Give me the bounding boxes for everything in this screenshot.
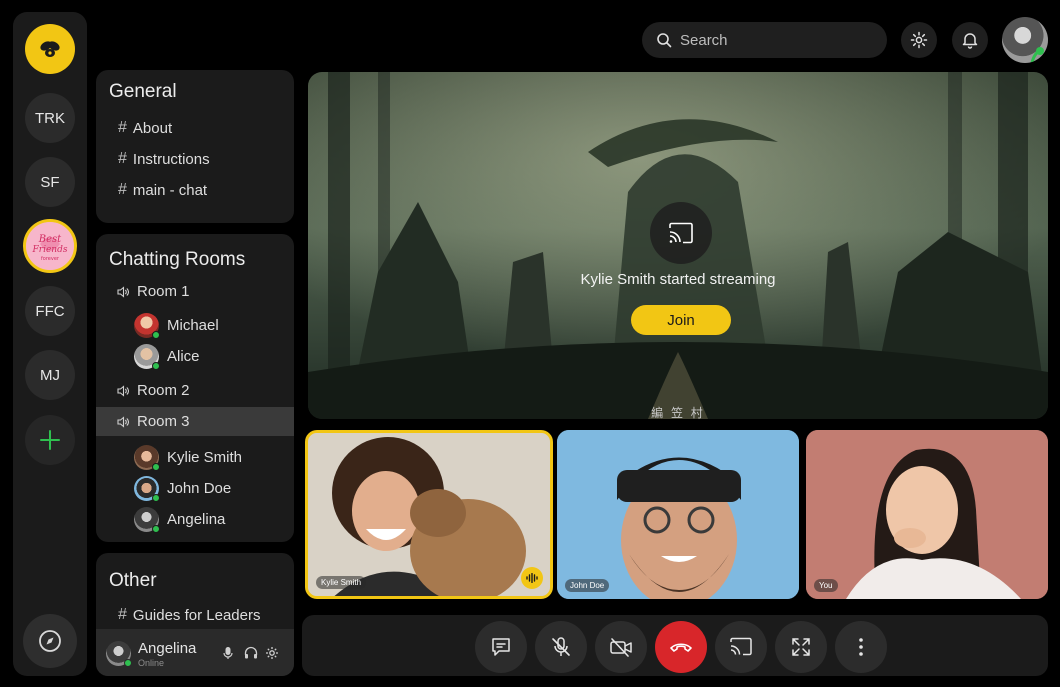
compass-icon — [39, 630, 61, 652]
section-title-general: General — [109, 81, 177, 102]
stream-preview[interactable]: Kylie Smith started streaming Join 編 笠 村 — [308, 72, 1048, 419]
notifications-button[interactable] — [952, 22, 988, 58]
video-tile-kylie-smith[interactable]: Kylie Smith — [305, 430, 553, 599]
member-john-doe[interactable]: John Doe — [134, 476, 231, 502]
bell-icon — [962, 33, 978, 49]
chat-icon — [492, 638, 510, 656]
hang-up-icon — [670, 643, 692, 652]
plus-icon — [40, 430, 60, 450]
stream-message: Kylie Smith started streaming — [580, 271, 776, 288]
avatar — [134, 344, 160, 370]
camera-toggle-button[interactable] — [595, 621, 647, 673]
search-placeholder: Search — [680, 31, 728, 49]
room-2[interactable]: Room 2 — [96, 376, 294, 405]
settings-icon[interactable] — [265, 646, 279, 660]
screen-share-button[interactable] — [715, 621, 767, 673]
video-tile-you[interactable]: You — [806, 430, 1048, 599]
online-indicator — [152, 525, 160, 533]
online-indicator — [152, 331, 160, 339]
add-server-button[interactable] — [25, 415, 75, 465]
settings-button[interactable] — [901, 22, 937, 58]
cast-icon — [669, 222, 693, 244]
audio-wave-icon — [526, 573, 538, 583]
microphone-off-icon — [552, 637, 570, 656]
participant-video — [806, 430, 1048, 599]
end-call-button[interactable] — [655, 621, 707, 673]
search-icon — [657, 33, 672, 48]
speaker-icon — [117, 415, 129, 428]
profile-avatar[interactable] — [1002, 17, 1048, 63]
svg-text:Friends: Friends — [32, 245, 68, 255]
hash-icon: # — [118, 181, 127, 198]
server-mj[interactable]: MJ — [25, 350, 75, 400]
participant-video — [557, 430, 799, 599]
section-title-other: Other — [109, 570, 157, 591]
channel-main-chat[interactable]: # main - chat — [118, 181, 207, 199]
speaker-icon — [117, 285, 129, 298]
channel-about[interactable]: # About — [118, 119, 172, 137]
stream-caption: 編 笠 村 — [651, 406, 705, 419]
participant-name-tag: You — [814, 579, 838, 592]
gear-icon — [910, 31, 928, 49]
room-3[interactable]: Room 3 — [96, 407, 294, 436]
chat-button[interactable] — [475, 621, 527, 673]
avatar — [134, 476, 160, 502]
general-section: General # About # Instructions # main - cha… — [96, 70, 294, 223]
call-controls — [302, 615, 1048, 676]
avatar-plant-decoration — [1030, 47, 1044, 63]
user-status: Online — [138, 658, 165, 668]
speaker-icon — [117, 384, 129, 397]
chatting-rooms-section: Chatting Rooms Room 1 Michael Alice Room… — [96, 234, 294, 542]
search-input[interactable]: Search — [642, 22, 887, 58]
more-options-button[interactable] — [835, 621, 887, 673]
user-avatar[interactable] — [106, 641, 132, 667]
avatar — [134, 507, 160, 533]
member-kylie-smith[interactable]: Kylie Smith — [134, 445, 242, 471]
user-name: Angelina — [138, 640, 197, 657]
avatar — [134, 445, 160, 471]
best-friends-logo: Best Friends forever — [26, 222, 74, 270]
server-best-friends[interactable]: Best Friends forever — [23, 219, 77, 273]
headphones-icon[interactable] — [244, 646, 258, 659]
expand-icon — [792, 638, 810, 656]
section-title-chatting-rooms: Chatting Rooms — [109, 249, 246, 270]
server-sf[interactable]: SF — [25, 157, 75, 207]
more-vertical-icon — [859, 638, 863, 656]
participant-video — [308, 433, 550, 596]
member-michael[interactable]: Michael — [134, 313, 219, 339]
member-angelina[interactable]: Angelina — [134, 507, 225, 533]
channel-guides-for-leaders[interactable]: # Guides for Leaders — [118, 606, 260, 624]
server-trk[interactable]: TRK — [25, 93, 75, 143]
room-1[interactable]: Room 1 — [96, 277, 294, 306]
participant-name-tag: John Doe — [565, 579, 610, 592]
video-tile-john-doe[interactable]: John Doe — [557, 430, 799, 599]
svg-text:forever: forever — [41, 256, 60, 262]
online-indicator — [152, 494, 160, 502]
server-ffc[interactable]: FFC — [25, 286, 75, 336]
member-alice[interactable]: Alice — [134, 344, 200, 370]
svg-text:Best: Best — [38, 234, 62, 245]
online-indicator — [152, 362, 160, 370]
online-indicator — [124, 659, 132, 667]
explore-button[interactable] — [23, 614, 77, 668]
hash-icon: # — [118, 606, 127, 623]
channel-instructions[interactable]: # Instructions — [118, 150, 210, 168]
app-logo-icon[interactable] — [25, 24, 75, 74]
camera-off-icon — [610, 638, 632, 657]
hash-icon: # — [118, 119, 127, 136]
current-user-bar: Angelina Online — [96, 629, 294, 676]
server-rail: TRK SF Best Friends forever FFC MJ — [13, 12, 87, 676]
microphone-icon[interactable] — [222, 646, 234, 660]
online-indicator — [152, 463, 160, 471]
cast-icon — [730, 637, 752, 656]
participant-name-tag: Kylie Smith — [316, 576, 367, 589]
join-stream-button[interactable]: Join — [631, 305, 731, 335]
mute-microphone-button[interactable] — [535, 621, 587, 673]
speaking-indicator — [521, 567, 543, 589]
cast-badge — [650, 202, 712, 264]
avatar — [134, 313, 160, 339]
fullscreen-button[interactable] — [775, 621, 827, 673]
hash-icon: # — [118, 150, 127, 167]
